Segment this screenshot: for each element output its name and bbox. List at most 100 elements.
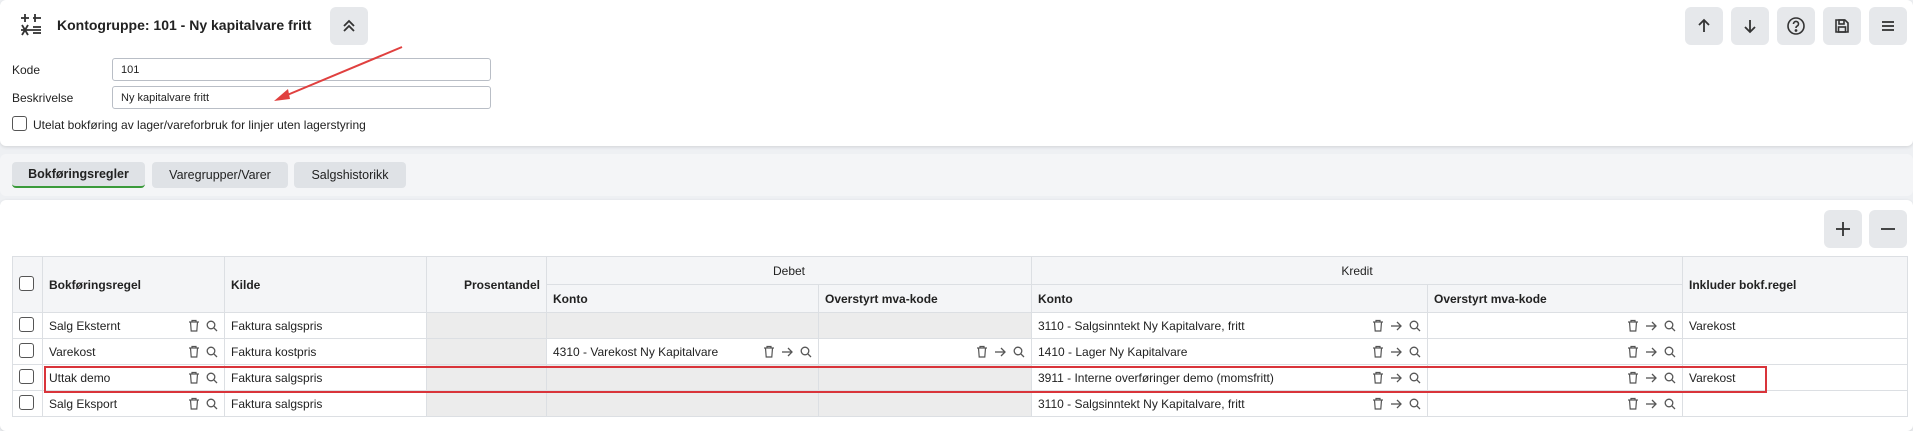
- arrow-right-icon[interactable]: [781, 346, 794, 358]
- kilde-cell[interactable]: Faktura salgspris: [224, 390, 427, 417]
- minus-icon: [1881, 228, 1895, 230]
- arrow-right-icon[interactable]: [1645, 320, 1658, 332]
- delete-icon[interactable]: [976, 345, 988, 358]
- header-regel[interactable]: Bokføringsregel: [42, 256, 225, 313]
- row-checkbox[interactable]: [19, 394, 34, 410]
- inkluder-cell[interactable]: [1682, 338, 1909, 365]
- utelat-label: Utelat bokføring av lager/vareforbruk fo…: [33, 118, 366, 132]
- row-checkbox[interactable]: [19, 316, 34, 332]
- arrow-right-icon[interactable]: [1390, 398, 1403, 410]
- move-up-button[interactable]: [1685, 7, 1723, 45]
- header-kredit: Kredit: [1030, 256, 1684, 285]
- search-icon[interactable]: [1664, 346, 1676, 358]
- tab-bar: Bokføringsregler Varegrupper/Varer Salgs…: [0, 154, 1913, 196]
- table-row[interactable]: Salg Eksternt Faktura salgspris 3110 - S…: [12, 312, 1909, 339]
- inkluder-cell[interactable]: [1682, 390, 1909, 417]
- debet-konto-cell[interactable]: 4310 - Varekost Ny Kapitalvare: [553, 345, 718, 359]
- delete-icon[interactable]: [1627, 371, 1639, 384]
- delete-icon[interactable]: [1372, 371, 1384, 384]
- delete-icon[interactable]: [188, 319, 200, 332]
- search-icon[interactable]: [206, 346, 218, 358]
- regel-cell[interactable]: Salg Eksternt: [49, 319, 120, 333]
- row-checkbox[interactable]: [19, 368, 34, 384]
- select-all-checkbox[interactable]: [19, 275, 34, 291]
- delete-icon[interactable]: [1627, 345, 1639, 358]
- delete-icon[interactable]: [1372, 397, 1384, 410]
- delete-icon[interactable]: [188, 345, 200, 358]
- header-kredit-konto[interactable]: Konto: [1031, 284, 1428, 313]
- remove-row-button[interactable]: [1869, 210, 1907, 248]
- arrow-right-icon[interactable]: [1390, 372, 1403, 384]
- header-debet: Debet: [546, 256, 1032, 285]
- inkluder-cell[interactable]: Varekost: [1682, 312, 1909, 339]
- move-down-button[interactable]: [1731, 7, 1769, 45]
- kredit-konto-cell[interactable]: 1410 - Lager Ny Kapitalvare: [1038, 345, 1187, 359]
- search-icon[interactable]: [1013, 346, 1025, 358]
- rules-table: Bokføringsregel Kilde Prosentandel Debet…: [12, 256, 1909, 417]
- arrow-right-icon[interactable]: [1645, 372, 1658, 384]
- table-row[interactable]: Varekost Faktura kostpris 4310 - Varekos…: [12, 338, 1909, 365]
- search-icon[interactable]: [800, 346, 812, 358]
- menu-button[interactable]: [1869, 7, 1907, 45]
- search-icon[interactable]: [206, 372, 218, 384]
- header-kilde[interactable]: Kilde: [224, 256, 427, 313]
- prosent-cell[interactable]: [426, 364, 547, 391]
- save-button[interactable]: [1823, 7, 1861, 45]
- regel-cell[interactable]: Uttak demo: [49, 371, 110, 385]
- tab-salgshistorikk[interactable]: Salgshistorikk: [294, 162, 406, 188]
- kredit-konto-cell[interactable]: 3110 - Salgsinntekt Ny Kapitalvare, frit…: [1038, 397, 1245, 411]
- delete-icon[interactable]: [1627, 397, 1639, 410]
- tab-bokforingsregler[interactable]: Bokføringsregler: [12, 162, 145, 188]
- kilde-cell[interactable]: Faktura salgspris: [224, 364, 427, 391]
- table-row[interactable]: Salg Eksport Faktura salgspris 3110 - Sa…: [12, 390, 1909, 417]
- kilde-cell[interactable]: Faktura kostpris: [224, 338, 427, 365]
- header-inkluder[interactable]: Inkluder bokf.regel: [1682, 256, 1909, 313]
- prosent-cell[interactable]: [426, 338, 547, 365]
- regel-cell[interactable]: Salg Eksport: [49, 397, 117, 411]
- arrow-right-icon[interactable]: [1390, 320, 1403, 332]
- header-debet-konto[interactable]: Konto: [546, 284, 819, 313]
- search-icon[interactable]: [1664, 398, 1676, 410]
- search-icon[interactable]: [206, 398, 218, 410]
- delete-icon[interactable]: [1372, 319, 1384, 332]
- delete-icon[interactable]: [1372, 345, 1384, 358]
- search-icon[interactable]: [1664, 372, 1676, 384]
- delete-icon[interactable]: [188, 397, 200, 410]
- help-button[interactable]: [1777, 7, 1815, 45]
- grid-card: Bokføringsregel Kilde Prosentandel Debet…: [0, 200, 1913, 431]
- table-row[interactable]: Uttak demo Faktura salgspris 3911 - Inte…: [12, 364, 1909, 391]
- search-icon[interactable]: [1409, 346, 1421, 358]
- tab-varegrupper[interactable]: Varegrupper/Varer: [152, 162, 288, 188]
- prosent-cell[interactable]: [426, 312, 547, 339]
- search-icon[interactable]: [1409, 398, 1421, 410]
- page-title: Kontogruppe: 101 - Ny kapitalvare fritt: [57, 17, 312, 33]
- kredit-konto-cell[interactable]: 3911 - Interne overføringer demo (momsfr…: [1038, 371, 1274, 385]
- arrow-right-icon[interactable]: [994, 346, 1007, 358]
- arrow-right-icon[interactable]: [1645, 398, 1658, 410]
- prosent-cell[interactable]: [426, 390, 547, 417]
- search-icon[interactable]: [1409, 320, 1421, 332]
- search-icon[interactable]: [206, 320, 218, 332]
- utelat-checkbox[interactable]: [12, 116, 27, 131]
- arrow-right-icon[interactable]: [1645, 346, 1658, 358]
- header-kredit-mva[interactable]: Overstyrt mva-kode: [1426, 284, 1684, 313]
- kredit-konto-cell[interactable]: 3110 - Salgsinntekt Ny Kapitalvare, frit…: [1038, 319, 1245, 333]
- arrow-down-icon: [1744, 20, 1756, 34]
- search-icon[interactable]: [1664, 320, 1676, 332]
- regel-cell[interactable]: Varekost: [49, 345, 95, 359]
- row-checkbox[interactable]: [19, 342, 34, 358]
- delete-icon[interactable]: [188, 371, 200, 384]
- delete-icon[interactable]: [763, 345, 775, 358]
- select-all-cell: [12, 256, 43, 313]
- menu-icon: [1882, 21, 1894, 31]
- delete-icon[interactable]: [1627, 319, 1639, 332]
- beskrivelse-label: Beskrivelse: [12, 91, 74, 105]
- sliders-icon: [19, 12, 43, 39]
- arrow-right-icon[interactable]: [1390, 346, 1403, 358]
- header-debet-mva[interactable]: Overstyrt mva-kode: [818, 284, 1032, 313]
- inkluder-cell[interactable]: Varekost: [1682, 364, 1909, 391]
- kilde-cell[interactable]: Faktura salgspris: [224, 312, 427, 339]
- header-prosent[interactable]: Prosentandel: [426, 256, 547, 313]
- search-icon[interactable]: [1409, 372, 1421, 384]
- add-row-button[interactable]: [1824, 210, 1862, 248]
